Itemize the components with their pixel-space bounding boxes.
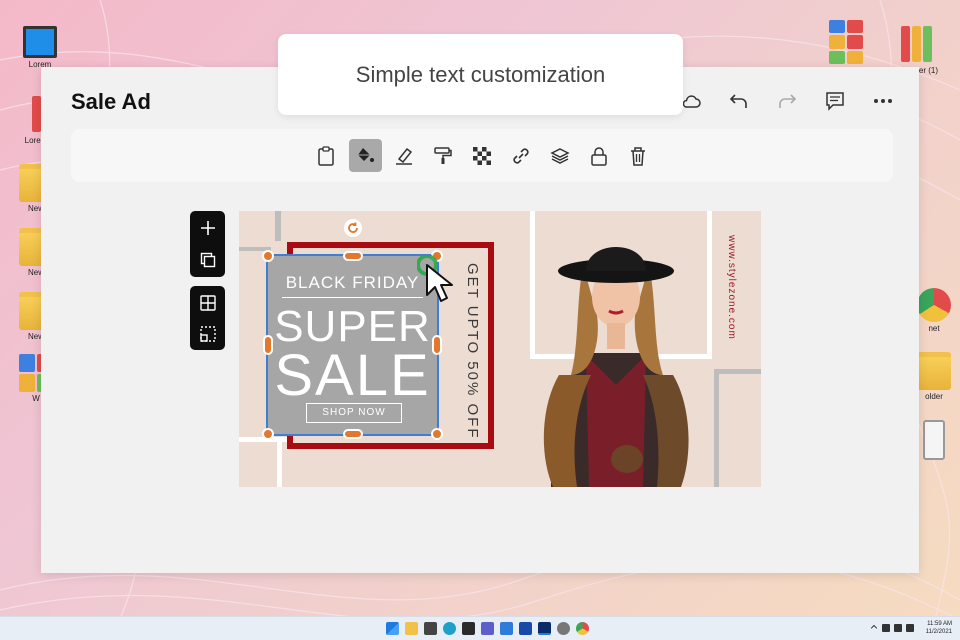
model-photo[interactable] [531, 225, 701, 487]
clipboard-icon[interactable] [310, 139, 343, 172]
resize-handle-bottom[interactable] [343, 429, 363, 439]
fill-bucket-icon[interactable] [348, 139, 382, 172]
app-window: Sale Ad GET UPTO 50% OFF www.stylezone.c… [41, 67, 919, 573]
rotate-handle[interactable] [344, 219, 362, 237]
battery-icon[interactable] [906, 624, 914, 632]
paint-roller-icon[interactable] [427, 139, 460, 172]
desktop-icon-app[interactable] [824, 20, 868, 66]
system-tray [870, 624, 914, 632]
resize-handle-left[interactable] [263, 335, 273, 355]
decor-line [275, 211, 281, 241]
lock-icon[interactable] [583, 139, 616, 172]
decor-line [714, 369, 761, 374]
resize-handle-bottom-left[interactable] [262, 428, 274, 440]
decor-line [277, 437, 282, 487]
maps-icon[interactable] [500, 622, 513, 635]
clock[interactable]: 11:59 AM 11/2/2021 [926, 620, 952, 636]
selected-text-box[interactable]: BLACK FRIDAY SUPER SALE SHOP NOW [266, 254, 439, 436]
volume-icon[interactable] [894, 624, 902, 632]
app-icon[interactable] [519, 622, 532, 635]
more-icon[interactable] [869, 87, 897, 115]
chevron-up-icon[interactable] [870, 624, 878, 632]
taskbar-apps [386, 622, 589, 635]
undo-icon[interactable] [725, 87, 753, 115]
transparency-icon[interactable] [466, 139, 499, 172]
file-explorer-icon[interactable] [405, 622, 418, 635]
layout-actions-toolbar [190, 286, 225, 350]
trash-icon[interactable] [622, 139, 655, 172]
app-title: Sale Ad [71, 89, 151, 114]
clock-date: 11/2/2021 [925, 629, 952, 635]
highlighter-icon[interactable] [388, 139, 421, 172]
discount-text[interactable]: GET UPTO 50% OFF [464, 263, 481, 439]
grid-layout-icon[interactable] [195, 290, 221, 315]
app-grid-icon [829, 20, 863, 64]
clock-time: 11:59 AM [927, 621, 952, 627]
sale-text[interactable]: SALE [268, 342, 437, 409]
desktop-icon-computer[interactable]: Lorem [18, 26, 62, 69]
layers-icon[interactable] [544, 139, 577, 172]
wifi-icon[interactable] [882, 624, 890, 632]
comment-icon[interactable] [821, 87, 849, 115]
redo-icon[interactable] [773, 87, 801, 115]
decor-line [714, 369, 719, 487]
add-icon[interactable] [195, 215, 221, 241]
binder-icon [899, 26, 933, 64]
duplicate-icon[interactable] [195, 247, 221, 273]
resize-handle-bottom-right[interactable] [431, 428, 443, 440]
link-icon[interactable] [505, 139, 538, 172]
website-url[interactable]: www.stylezone.com [726, 235, 737, 340]
app-active-icon[interactable] [538, 622, 551, 635]
shop-now-button[interactable]: SHOP NOW [306, 403, 402, 423]
resize-handle-top[interactable] [343, 251, 363, 261]
folder-icon [917, 352, 951, 390]
black-friday-text[interactable]: BLACK FRIDAY [268, 273, 437, 293]
ad-canvas[interactable]: GET UPTO 50% OFF www.stylezone.com BLACK… [239, 211, 761, 487]
settings-icon[interactable] [557, 622, 570, 635]
windows-start-icon[interactable] [386, 622, 399, 635]
camera-icon[interactable] [424, 622, 437, 635]
teams-icon[interactable] [481, 622, 494, 635]
feature-caption: Simple text customization [278, 34, 683, 115]
element-actions-toolbar [190, 211, 225, 277]
edge-icon[interactable] [443, 622, 456, 635]
recycle-bin-icon [923, 420, 945, 460]
taskbar: 11:59 AM 11/2/2021 [0, 616, 960, 640]
editor-toolbar [71, 129, 893, 182]
monitor-icon [23, 26, 57, 58]
resize-handle-right[interactable] [432, 335, 442, 355]
select-area-icon[interactable] [195, 321, 221, 346]
chrome-icon [917, 288, 951, 322]
chrome-icon[interactable] [576, 622, 589, 635]
divider [282, 297, 423, 298]
store-icon[interactable] [462, 622, 475, 635]
resize-handle-top-left[interactable] [262, 250, 274, 262]
header-actions [677, 87, 897, 115]
mouse-cursor-icon [417, 255, 453, 302]
